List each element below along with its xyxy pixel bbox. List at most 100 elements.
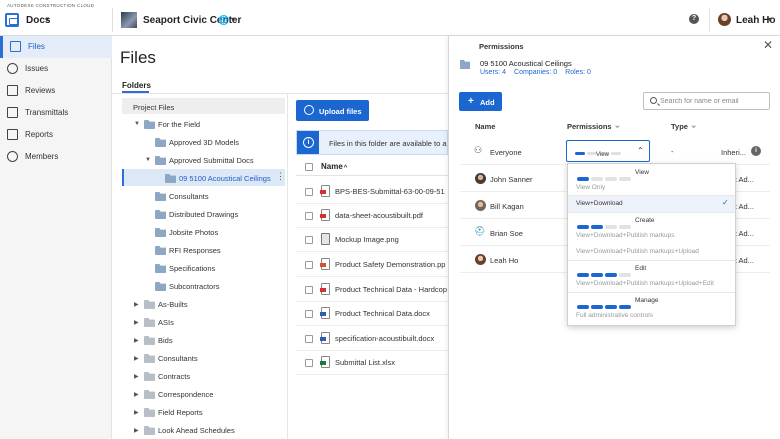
nav-item-transmittals[interactable]: Transmittals	[0, 102, 112, 124]
option-manage[interactable]: Manage	[568, 293, 735, 309]
info-icon[interactable]: i	[751, 146, 761, 156]
level-bar	[605, 272, 617, 277]
level-bar	[619, 224, 631, 229]
sort-asc-icon: ^	[343, 165, 348, 171]
divider	[287, 94, 288, 439]
option-edit[interactable]: Edit	[568, 261, 735, 277]
pdf-file-icon	[320, 283, 330, 295]
option-description[interactable]: View Only	[576, 184, 605, 191]
option-description[interactable]: View+Download	[576, 200, 623, 207]
filter-icon[interactable]: ⏷	[691, 124, 697, 131]
name-column-header[interactable]: Name^	[321, 162, 347, 171]
selected-permission: View	[596, 152, 609, 158]
chevron-right-icon[interactable]: ▶	[134, 427, 139, 434]
option-create[interactable]: Create	[568, 213, 735, 229]
row-checkbox[interactable]	[305, 188, 313, 196]
permissions-column-header[interactable]: Permissions ⏷	[567, 122, 620, 132]
chevron-down-icon[interactable]: ▼	[145, 157, 151, 163]
tree-label: ASIs	[158, 318, 174, 327]
file-row[interactable]: data-sheet-acoustibuilt.pdf	[296, 204, 448, 228]
chevron-down-icon[interactable]: ▼	[134, 121, 140, 127]
globe-icon[interactable]: 🌐	[218, 15, 229, 26]
file-row[interactable]: BPS-BES-Submittal-63-00-09-51	[296, 180, 448, 204]
chevron-down-icon[interactable]: ▾	[231, 15, 235, 24]
close-icon[interactable]: ✕	[763, 38, 773, 52]
nav-label: Files	[28, 42, 45, 51]
companies-count-link[interactable]: Companies: 0	[514, 69, 557, 76]
chevron-down-icon[interactable]: ▾	[768, 15, 772, 24]
tree-label: Correspondence	[158, 390, 214, 399]
panel-title: Permissions	[479, 42, 524, 51]
nav-label: Transmittals	[25, 108, 69, 117]
nav-item-members[interactable]: Members	[0, 146, 112, 168]
search-box[interactable]	[643, 92, 770, 110]
tree-label: Look Ahead Schedules	[158, 426, 235, 435]
brand-name: AUTODESK CONSTRUCTION CLOUD	[7, 3, 95, 8]
chevron-right-icon[interactable]: ▶	[134, 391, 139, 398]
file-row[interactable]: Product Technical Data - Hardcop	[296, 278, 448, 302]
roles-count-link[interactable]: Roles: 0	[565, 69, 591, 76]
option-description[interactable]: View+Download+Publish markups+Upload+Edi…	[576, 280, 714, 287]
row-checkbox[interactable]	[305, 212, 313, 220]
file-name: Product Safety Demonstration.pp	[335, 260, 446, 269]
chevron-right-icon[interactable]: ▶	[134, 319, 139, 326]
nav-label: Members	[25, 152, 59, 161]
row-checkbox[interactable]	[305, 335, 313, 343]
add-button[interactable]: + Add	[459, 92, 502, 111]
ppt-file-icon	[320, 258, 330, 270]
filter-icon[interactable]: ⏷	[615, 124, 621, 131]
nav-item-files[interactable]: Files	[0, 36, 112, 58]
name-column-header[interactable]: Name	[475, 122, 495, 131]
select-all-checkbox[interactable]	[305, 163, 313, 171]
tree-label: Bids	[158, 336, 173, 345]
file-row[interactable]: Product Technical Data.docx	[296, 302, 448, 326]
chevron-right-icon[interactable]: ▶	[134, 409, 139, 416]
help-icon[interactable]: ?	[689, 14, 699, 24]
file-name: Product Technical Data.docx	[335, 309, 430, 318]
tree-label: Consultants	[158, 354, 198, 363]
file-row[interactable]: specification-acoustibuilt.docx	[296, 327, 448, 351]
file-list-header	[296, 158, 448, 176]
group-icon: ⚇	[474, 145, 483, 155]
chevron-right-icon[interactable]: ▶	[134, 301, 139, 308]
file-name: BPS-BES-Submittal-63-00-09-51	[335, 187, 445, 196]
project-thumbnail	[121, 12, 137, 28]
users-count-link[interactable]: Users: 4	[480, 69, 506, 76]
top-bar: AUTODESK CONSTRUCTION CLOUD Docs ▾ Seapo…	[0, 0, 780, 36]
avatar[interactable]	[718, 13, 731, 26]
row-checkbox[interactable]	[305, 310, 313, 318]
option-description[interactable]: View+Download+Publish markups	[576, 232, 675, 239]
tab-folders[interactable]: Folders	[122, 81, 151, 90]
nav-item-issues[interactable]: Issues	[0, 58, 112, 80]
divider	[112, 8, 113, 32]
upload-icon	[304, 105, 314, 115]
more-options-icon[interactable]: ⋮	[276, 171, 285, 182]
option-description[interactable]: View+Download+Publish markups+Upload	[576, 248, 699, 255]
row-checkbox[interactable]	[305, 261, 313, 269]
option-view[interactable]: View	[568, 165, 735, 181]
file-name: Mockup Image.png	[335, 235, 399, 244]
row-checkbox[interactable]	[305, 359, 313, 367]
chevron-right-icon[interactable]: ▶	[134, 337, 139, 344]
chevron-down-icon[interactable]: ▾	[45, 15, 49, 24]
option-description[interactable]: Full administrative controls	[576, 312, 653, 319]
permission-level-select[interactable]: View ⌃	[566, 140, 650, 162]
avatar	[475, 173, 486, 184]
docx-file-icon	[320, 307, 330, 319]
row-checkbox[interactable]	[305, 236, 313, 244]
upload-files-button[interactable]: Upload files	[296, 100, 369, 121]
docs-app-icon[interactable]	[5, 13, 19, 27]
report-icon	[7, 129, 18, 140]
chevron-right-icon[interactable]: ▶	[134, 373, 139, 380]
level-bar	[611, 152, 621, 156]
file-row[interactable]: Mockup Image.png	[296, 228, 448, 252]
nav-item-reviews[interactable]: Reviews	[0, 80, 112, 102]
level-bar	[619, 176, 631, 181]
type-column-header[interactable]: Type ⏷	[671, 122, 697, 132]
chevron-right-icon[interactable]: ▶	[134, 355, 139, 362]
nav-item-reports[interactable]: Reports	[0, 124, 112, 146]
file-row[interactable]: Product Safety Demonstration.pp	[296, 253, 448, 277]
file-row[interactable]: Submittal List.xlsx	[296, 351, 448, 375]
search-input[interactable]	[660, 95, 766, 108]
row-checkbox[interactable]	[305, 286, 313, 294]
